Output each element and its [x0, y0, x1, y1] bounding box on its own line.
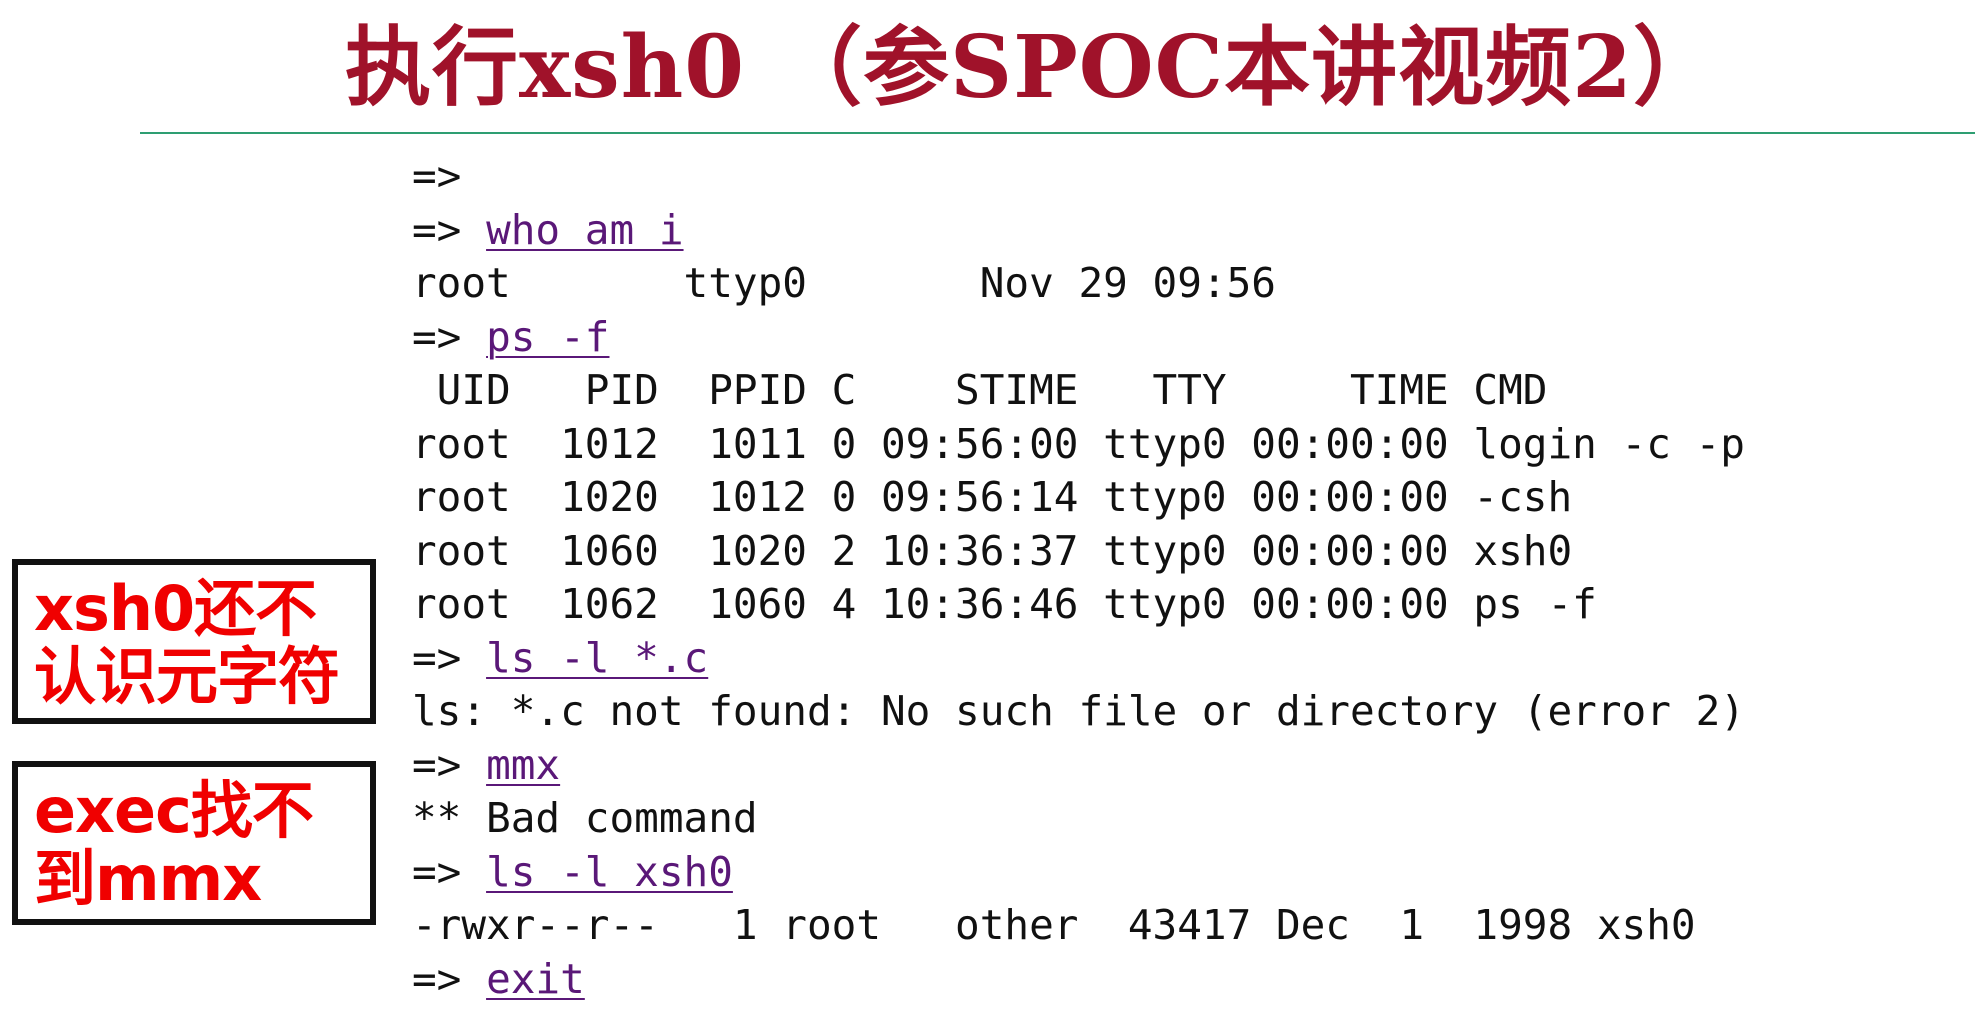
command-text: ls -l xsh0 [486, 847, 733, 896]
terminal-transcript: => => who am i root ttyp0 Nov 29 09:56 =… [412, 150, 1952, 1006]
annotation-line: xsh0还不 [34, 572, 317, 645]
ps-row: root 1012 1011 0 09:56:00 ttyp0 00:00:00… [412, 419, 1745, 468]
ps-header-line: UID PID PPID C STIME TTY TIME CMD [412, 366, 1548, 414]
command-text: mmx [486, 740, 561, 789]
annotation-box-metachar: xsh0还不 认识元字符 [12, 559, 376, 724]
terminal-output-line: ls: *.c not found: No such file or direc… [412, 687, 1745, 735]
command-text: ls -l *.c [486, 633, 709, 682]
terminal-line: => ls -l *.c [412, 632, 1952, 686]
terminal-output-line: ** Bad command [412, 794, 758, 842]
ps-row: root 1060 1020 2 10:36:37 ttyp0 00:00:00… [412, 526, 1573, 575]
slide-title: 执行xsh0 （参SPOC本讲视频2） [345, 17, 1720, 118]
terminal-line: => mmx [412, 739, 1952, 793]
prompt-symbol: => [412, 740, 462, 789]
prompt-symbol: => [412, 954, 462, 1003]
terminal-line: => ps -f [412, 311, 1952, 365]
prompt-symbol: => [412, 312, 462, 361]
annotation-box-mmx: exec找不 到mmx [12, 761, 376, 925]
annotation-line: exec找不 [34, 774, 314, 847]
annotation-line: 认识元字符 [34, 640, 340, 713]
terminal-output-line: -rwxr--r-- 1 root other 43417 Dec 1 1998… [412, 901, 1696, 949]
command-text: exit [486, 954, 585, 1003]
prompt-symbol: => [412, 633, 462, 682]
prompt-symbol: => [412, 152, 462, 200]
terminal-line: => who am i [412, 204, 1952, 258]
prompt-symbol: => [412, 847, 462, 896]
title-divider [140, 132, 1975, 134]
command-text: ps -f [486, 312, 610, 361]
terminal-output-line: root ttyp0 Nov 29 09:56 [412, 259, 1276, 307]
terminal-line: => ls -l xsh0 [412, 846, 1952, 900]
command-text: who am i [486, 205, 684, 254]
ps-row: root 1062 1060 4 10:36:46 ttyp0 00:00:00… [412, 580, 1597, 628]
terminal-line: => [412, 150, 1952, 204]
terminal-line: => exit [412, 953, 1952, 1007]
ps-row: root 1020 1012 0 09:56:14 ttyp0 00:00:00… [412, 473, 1573, 521]
prompt-symbol: => [412, 205, 462, 254]
annotation-line: 到mmx [34, 842, 262, 915]
